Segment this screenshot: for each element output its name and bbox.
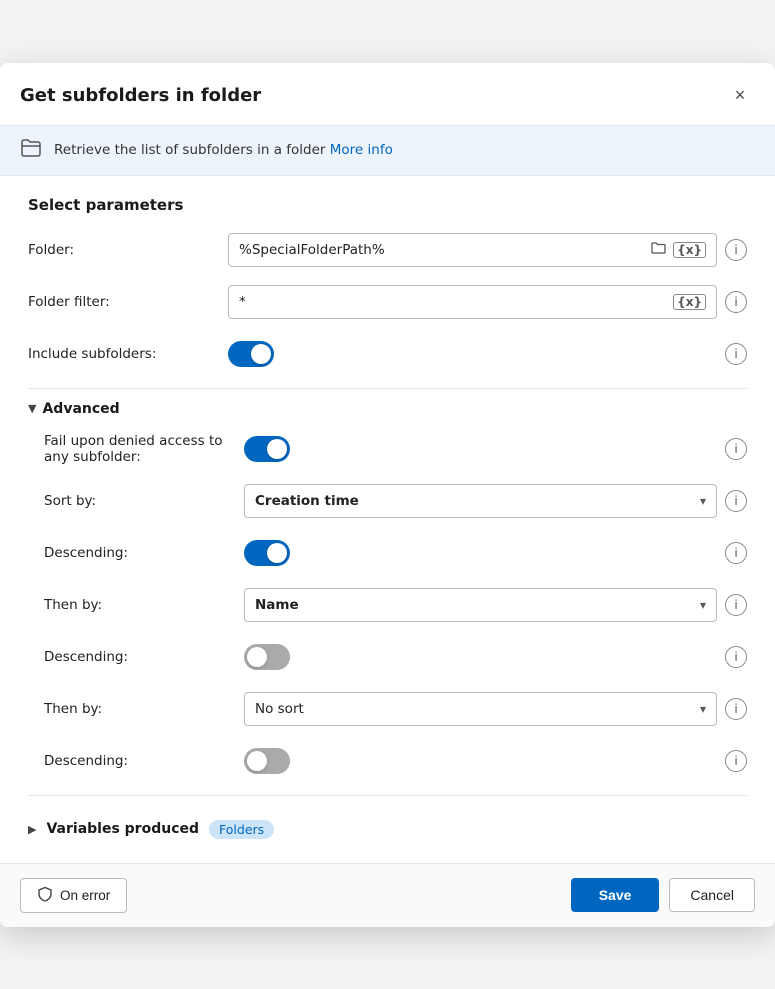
divider2 xyxy=(28,795,747,796)
descending2-row: Descending: i xyxy=(44,639,747,675)
advanced-section: Fail upon denied access to any subfolder… xyxy=(28,431,747,779)
then-by1-value: Name xyxy=(255,597,299,613)
folder-row: Folder: %SpecialFolderPath% {x} i xyxy=(28,232,747,268)
variables-label: Variables produced xyxy=(46,821,199,837)
dialog-footer: On error Save Cancel xyxy=(0,863,775,927)
more-info-link[interactable]: More info xyxy=(330,142,393,158)
folder-info-icon[interactable]: i xyxy=(725,239,747,261)
sort-by-control: Creation time ▾ i xyxy=(244,484,747,518)
include-subfolders-toggle[interactable] xyxy=(228,341,274,367)
include-subfolders-control: i xyxy=(228,341,747,367)
folder-icon xyxy=(20,138,42,163)
folder-browse-icon[interactable] xyxy=(651,241,667,259)
variables-row[interactable]: ▶ Variables produced Folders xyxy=(28,808,747,847)
save-button[interactable]: Save xyxy=(571,878,660,912)
include-subfolders-info-icon[interactable]: i xyxy=(725,343,747,365)
close-button[interactable]: × xyxy=(725,81,755,111)
dialog-header: Get subfolders in folder × xyxy=(0,63,775,126)
then-by2-row: Then by: No sort ▾ i xyxy=(44,691,747,727)
descending1-toggle[interactable] xyxy=(244,540,290,566)
then-by2-info-icon[interactable]: i xyxy=(725,698,747,720)
then-by2-label: Then by: xyxy=(44,701,244,717)
info-banner: Retrieve the list of subfolders in a fol… xyxy=(0,126,775,176)
dialog: Get subfolders in folder × Retrieve the … xyxy=(0,63,775,927)
then-by2-arrow-icon: ▾ xyxy=(700,702,706,716)
descending1-row: Descending: i xyxy=(44,535,747,571)
content-area: Select parameters Folder: %SpecialFolder… xyxy=(0,176,775,863)
folder-input[interactable]: %SpecialFolderPath% {x} xyxy=(228,233,717,267)
variables-badge: Folders xyxy=(209,820,274,839)
folder-label: Folder: xyxy=(28,242,228,258)
descending2-toggle[interactable] xyxy=(244,644,290,670)
folder-filter-control: * {x} i xyxy=(228,285,747,319)
fail-access-label: Fail upon denied access to any subfolder… xyxy=(44,433,244,465)
filter-variable-icon[interactable]: {x} xyxy=(673,294,706,310)
then-by2-value: No sort xyxy=(255,701,304,717)
banner-text: Retrieve the list of subfolders in a fol… xyxy=(54,142,393,158)
folder-filter-label: Folder filter: xyxy=(28,294,228,310)
on-error-button[interactable]: On error xyxy=(20,878,127,913)
descending1-control: i xyxy=(244,540,747,566)
sort-by-dropdown[interactable]: Creation time ▾ xyxy=(244,484,717,518)
dialog-title: Get subfolders in folder xyxy=(20,85,261,106)
descending3-control: i xyxy=(244,748,747,774)
fail-access-toggle[interactable] xyxy=(244,436,290,462)
folder-control: %SpecialFolderPath% {x} i xyxy=(228,233,747,267)
then-by1-row: Then by: Name ▾ i xyxy=(44,587,747,623)
fail-access-control: i xyxy=(244,436,747,462)
sort-by-label: Sort by: xyxy=(44,493,244,509)
divider1 xyxy=(28,388,747,389)
include-subfolders-row: Include subfolders: i xyxy=(28,336,747,372)
then-by1-info-icon[interactable]: i xyxy=(725,594,747,616)
descending1-label: Descending: xyxy=(44,545,244,561)
descending2-info-icon[interactable]: i xyxy=(725,646,747,668)
descending3-row: Descending: i xyxy=(44,743,747,779)
then-by2-control: No sort ▾ i xyxy=(244,692,747,726)
descending3-toggle[interactable] xyxy=(244,748,290,774)
section-title: Select parameters xyxy=(28,196,747,214)
then-by1-label: Then by: xyxy=(44,597,244,613)
variables-chevron-icon: ▶ xyxy=(28,823,36,836)
descending2-control: i xyxy=(244,644,747,670)
then-by1-arrow-icon: ▾ xyxy=(700,598,706,612)
then-by1-control: Name ▾ i xyxy=(244,588,747,622)
fail-access-row: Fail upon denied access to any subfolder… xyxy=(44,431,747,467)
advanced-header[interactable]: ▼ Advanced xyxy=(28,401,747,417)
sort-by-row: Sort by: Creation time ▾ i xyxy=(44,483,747,519)
then-by1-dropdown[interactable]: Name ▾ xyxy=(244,588,717,622)
descending3-info-icon[interactable]: i xyxy=(725,750,747,772)
shield-icon xyxy=(37,886,53,905)
descending3-label: Descending: xyxy=(44,753,244,769)
advanced-chevron-icon: ▼ xyxy=(28,402,36,415)
cancel-button[interactable]: Cancel xyxy=(669,878,755,912)
sort-by-info-icon[interactable]: i xyxy=(725,490,747,512)
fail-access-info-icon[interactable]: i xyxy=(725,438,747,460)
descending2-label: Descending: xyxy=(44,649,244,665)
sort-by-value: Creation time xyxy=(255,493,359,509)
folder-filter-input[interactable]: * {x} xyxy=(228,285,717,319)
sort-by-arrow-icon: ▾ xyxy=(700,494,706,508)
include-subfolders-label: Include subfolders: xyxy=(28,346,228,362)
footer-right: Save Cancel xyxy=(571,878,755,912)
folder-variable-icon[interactable]: {x} xyxy=(673,242,706,258)
then-by2-dropdown[interactable]: No sort ▾ xyxy=(244,692,717,726)
folder-filter-info-icon[interactable]: i xyxy=(725,291,747,313)
advanced-label: Advanced xyxy=(42,401,119,417)
folder-filter-row: Folder filter: * {x} i xyxy=(28,284,747,320)
descending1-info-icon[interactable]: i xyxy=(725,542,747,564)
